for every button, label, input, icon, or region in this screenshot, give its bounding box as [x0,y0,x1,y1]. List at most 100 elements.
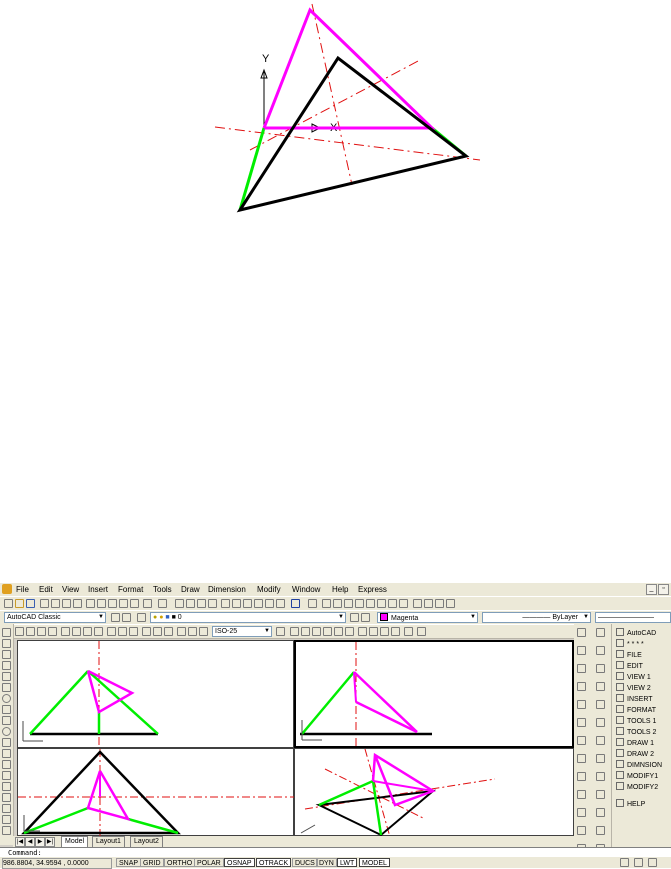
coordinate-readout[interactable]: 986.8804, 34.9594 , 0.0000 [2,858,112,869]
ucs-apply-icon[interactable] [446,599,455,608]
menu-modify[interactable]: Modify [257,585,281,594]
slice-icon[interactable] [380,627,389,636]
arc-icon[interactable] [2,683,11,692]
dim-edit-icon[interactable] [177,627,186,636]
dim-arc-icon[interactable] [37,627,46,636]
extrude-faces-icon[interactable] [577,682,586,691]
menu-view[interactable]: View [62,585,79,594]
side-menu-view1[interactable]: VIEW 1 [616,672,651,683]
dim-angular-icon[interactable] [94,627,103,636]
spline-icon[interactable] [2,716,11,725]
design-center-icon[interactable] [232,599,241,608]
side-menu-tools1[interactable]: TOOLS 1 [616,716,656,727]
render-icon[interactable] [404,627,413,636]
side-menu-tools2[interactable]: TOOLS 2 [616,727,656,738]
delete-faces-icon[interactable] [577,736,586,745]
otrack-toggle[interactable]: OTRACK [256,858,292,867]
dimstyle-icon[interactable] [276,627,285,636]
side-menu-edit[interactable]: EDIT [616,661,643,672]
table-icon[interactable] [2,815,11,824]
wedge-icon[interactable] [334,627,343,636]
properties-icon[interactable] [221,599,230,608]
snap-toggle[interactable]: SNAP [116,858,142,867]
ucs-y-icon[interactable] [424,599,433,608]
ucs-origin-icon[interactable] [377,599,386,608]
dim-linear-icon[interactable] [15,627,24,636]
shade-icon[interactable] [596,646,605,655]
fog-icon[interactable] [596,754,605,763]
preview-icon[interactable] [51,599,60,608]
side-menu-file[interactable]: FILE [616,650,642,661]
cone-icon[interactable] [323,627,332,636]
new-icon[interactable] [4,599,13,608]
mtext-icon[interactable] [2,826,11,835]
workspace-select[interactable]: AutoCAD Classic ▼ [4,612,106,623]
autocad-app-icon[interactable] [2,584,12,594]
open-icon[interactable] [15,599,24,608]
side-menu-insert[interactable]: INSERT [616,694,653,705]
render-prefs-icon[interactable] [596,790,605,799]
hide-icon[interactable] [596,628,605,637]
line-icon[interactable] [2,628,11,637]
side-menu-autocad[interactable]: AutoCAD [616,628,656,639]
sphere-icon[interactable] [301,627,310,636]
zoom-realtime-icon[interactable] [186,599,195,608]
communication-center-icon[interactable] [634,858,643,867]
background-icon[interactable] [596,736,605,745]
plot-icon[interactable] [73,599,82,608]
ucs-3point-icon[interactable] [399,599,408,608]
menu-window[interactable]: Window [292,585,320,594]
side-menu-modify2[interactable]: MODIFY2 [616,782,658,793]
taper-faces-icon[interactable] [577,772,586,781]
menu-file[interactable]: File [16,585,29,594]
workspace-settings-icon[interactable] [111,613,120,622]
next-tab-icon[interactable]: ▶ [35,837,45,847]
3d-orbit-icon[interactable] [417,627,426,636]
clean-screen-icon[interactable] [648,858,657,867]
sheet-set-icon[interactable] [254,599,263,608]
orbit-icon[interactable] [596,826,605,835]
construction-line-icon[interactable] [2,639,11,648]
dim-ordinate-icon[interactable] [48,627,57,636]
rectangle-icon[interactable] [2,672,11,681]
menu-draw[interactable]: Draw [181,585,200,594]
offset-faces-icon[interactable] [577,718,586,727]
gradient-icon[interactable] [2,793,11,802]
linetype-select[interactable]: ———— ByLayer ▼ [482,612,591,623]
side-menu-draw1[interactable]: DRAW 1 [616,738,654,749]
model-toggle[interactable]: MODEL [359,858,390,867]
ucs-icon[interactable] [308,599,317,608]
hatch-icon[interactable] [2,782,11,791]
cut-icon[interactable] [86,599,95,608]
color-faces-icon[interactable] [577,808,586,817]
dimstyle-select[interactable]: ISO-25 ▼ [212,626,272,637]
menu-dimension[interactable]: Dimension [208,585,246,594]
dim-update-icon[interactable] [199,627,208,636]
zoom-window-icon[interactable] [197,599,206,608]
ucs-object-icon[interactable] [355,599,364,608]
ucs-previous-icon[interactable] [333,599,342,608]
lineweight-select[interactable]: ———————— [595,612,671,623]
torus-icon[interactable] [345,627,354,636]
dim-diameter-icon[interactable] [83,627,92,636]
menu-edit[interactable]: Edit [39,585,53,594]
menu-insert[interactable]: Insert [88,585,108,594]
color-select[interactable]: Magenta ▼ [377,612,478,623]
dim-radius-icon[interactable] [61,627,70,636]
save-icon[interactable] [26,599,35,608]
side-menu-draw2[interactable]: DRAW 2 [616,749,654,760]
rotate-faces-icon[interactable] [577,754,586,763]
landscape-icon[interactable] [596,772,605,781]
scene-icon[interactable] [596,682,605,691]
insert-block-icon[interactable] [2,749,11,758]
menu-tools[interactable]: Tools [153,585,172,594]
ellipse-icon[interactable] [2,727,11,736]
polygon-icon[interactable] [2,661,11,670]
layer-previous-icon[interactable] [361,613,370,622]
pan-icon[interactable] [175,599,184,608]
layer-select[interactable]: ● ● ■ ■ 0 ▼ [150,612,346,623]
revolve-icon[interactable] [369,627,378,636]
dim-continue-icon[interactable] [129,627,138,636]
ortho-toggle[interactable]: ORTHO [164,858,196,867]
revision-cloud-icon[interactable] [2,705,11,714]
